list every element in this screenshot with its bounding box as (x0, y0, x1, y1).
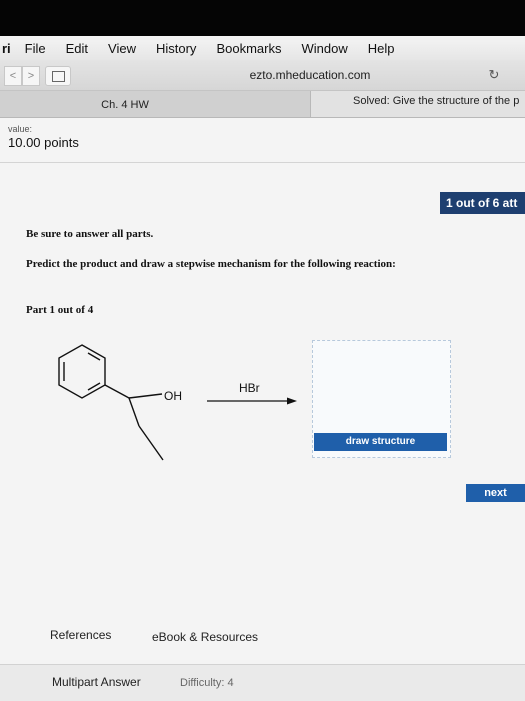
multipart-answer-link[interactable]: Multipart Answer (52, 675, 141, 689)
references-bar: References eBook & Resources (0, 620, 525, 650)
hydroxyl-label: OH (164, 389, 182, 403)
ebook-resources-link[interactable]: eBook & Resources (152, 630, 258, 644)
reaction-arrow (207, 397, 297, 405)
multipart-bar: Multipart Answer Difficulty: 4 (0, 664, 525, 701)
difficulty-label: Difficulty: 4 (180, 677, 234, 689)
next-button[interactable]: next (466, 484, 525, 502)
reagent-label: HBr (239, 381, 260, 395)
references-link[interactable]: References (50, 628, 111, 642)
draw-structure-button[interactable]: draw structure (314, 433, 447, 451)
reactant-molecule (58, 344, 164, 461)
